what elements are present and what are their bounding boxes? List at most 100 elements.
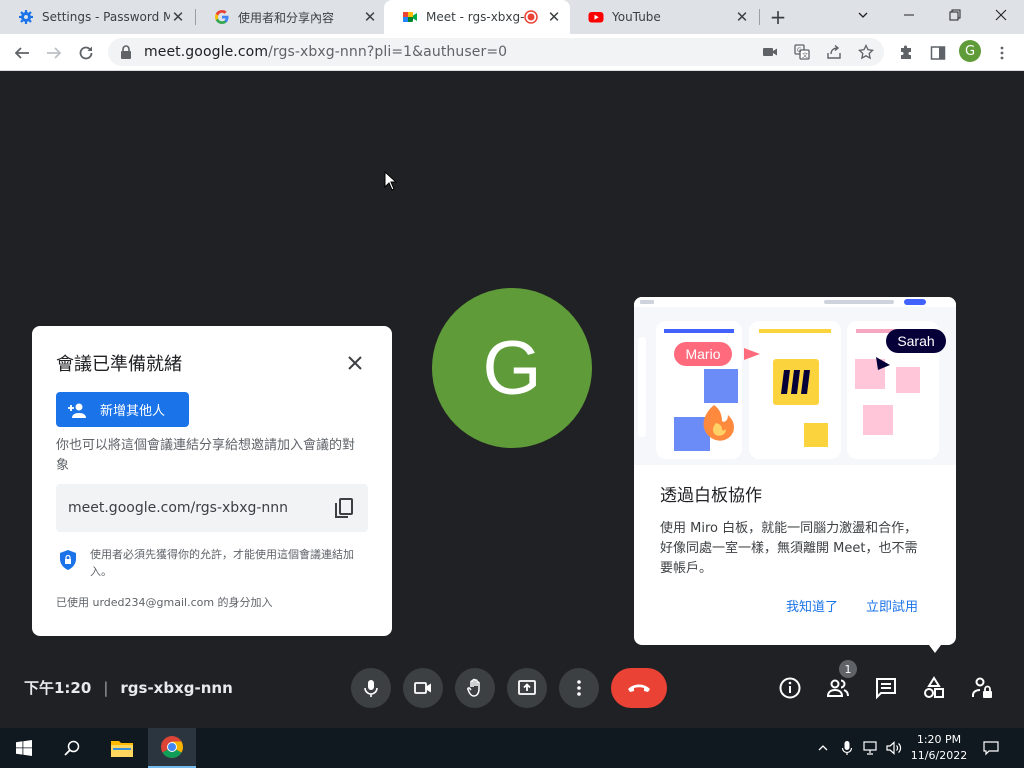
meeting-details-button[interactable] <box>778 676 802 700</box>
participant-count-badge: 1 <box>839 660 857 678</box>
present-screen-button[interactable] <box>507 668 547 708</box>
meeting-link-box: meet.google.com/rgs-xbxg-nnn <box>56 484 368 532</box>
tab-search-button[interactable] <box>840 0 886 30</box>
chevron-up-icon <box>818 745 828 751</box>
microphone-tray[interactable] <box>839 740 855 756</box>
present-screen-icon <box>518 680 536 695</box>
whiteboard-illustration: Mario Sarah <box>634 297 956 459</box>
folder-icon <box>111 741 133 757</box>
tab-users-sharing[interactable]: 使用者和分享內容 ✕ <box>196 0 386 34</box>
tab-close-icon[interactable]: ✕ <box>170 9 186 25</box>
leave-call-button[interactable] <box>611 668 667 708</box>
info-separator: | <box>103 678 109 697</box>
meeting-time: 下午1:20 <box>24 679 92 697</box>
people-icon <box>826 679 849 697</box>
more-options-button[interactable] <box>559 668 599 708</box>
chrome-menu-button[interactable] <box>988 39 1016 67</box>
tab-title: 使用者和分享內容 <box>238 10 335 25</box>
share-icon[interactable] <box>826 44 842 60</box>
tab-close-icon[interactable]: ✕ <box>362 9 378 25</box>
people-button[interactable] <box>826 676 850 700</box>
microphone-icon <box>841 741 853 755</box>
host-controls-button[interactable] <box>970 676 994 700</box>
svg-text:文: 文 <box>802 52 808 60</box>
raise-hand-button[interactable] <box>455 668 495 708</box>
url-host: meet.google.com <box>144 44 269 60</box>
back-button[interactable] <box>8 39 36 67</box>
volume-tray[interactable] <box>886 740 902 756</box>
side-panel-icon <box>930 46 946 60</box>
meet-stage: G 會議已準備就緒 新增其他人 你也可以將這個會議連結分享給想邀請加入會議的對象… <box>0 71 1024 728</box>
hand-icon <box>467 678 480 697</box>
meeting-info: 下午1:20 | rgs-xbxg-nnn <box>24 677 233 698</box>
search-button[interactable] <box>48 728 96 768</box>
activities-button[interactable] <box>922 676 946 700</box>
miro-illustration: Mario Sarah <box>634 297 956 465</box>
person-add-icon <box>68 403 86 418</box>
close-icon[interactable] <box>344 352 366 374</box>
video-camera-icon <box>414 682 431 694</box>
chrome-icon <box>161 736 183 758</box>
arrow-left-icon <box>14 47 29 59</box>
close-window-button[interactable] <box>978 0 1024 30</box>
try-now-button[interactable]: 立即試用 <box>866 596 918 615</box>
chat-button[interactable] <box>874 676 898 700</box>
microphone-button[interactable] <box>351 668 391 708</box>
file-explorer-button[interactable] <box>98 728 146 768</box>
forward-button[interactable] <box>40 39 68 67</box>
dismiss-button[interactable]: 我知道了 <box>786 596 838 615</box>
add-others-label: 新增其他人 <box>100 404 166 419</box>
chrome-taskbar-button[interactable] <box>148 728 196 768</box>
promo-title: 透過白板協作 <box>660 486 762 506</box>
tab-close-icon[interactable]: ✕ <box>546 9 562 25</box>
tab-close-icon[interactable]: ✕ <box>734 9 750 25</box>
chevron-down-icon <box>858 12 868 18</box>
info-icon <box>779 677 801 699</box>
meeting-ready-dialog: 會議已準備就緒 新增其他人 你也可以將這個會議連結分享給想邀請加入會議的對象 m… <box>32 326 392 636</box>
microphone-icon <box>364 680 378 697</box>
show-hidden-icons-button[interactable] <box>815 740 831 756</box>
profile-avatar[interactable]: G <box>959 40 981 62</box>
shield-icon <box>60 550 76 570</box>
copy-icon[interactable] <box>332 496 356 520</box>
meet-icon <box>403 12 417 22</box>
tab-youtube[interactable]: YouTube ✕ <box>570 0 758 34</box>
camera-button[interactable] <box>403 668 443 708</box>
tab-title: Meet - rgs-xbxg-n <box>426 10 524 24</box>
meeting-link-text: meet.google.com/rgs-xbxg-nnn <box>68 500 289 516</box>
meeting-code: rgs-xbxg-nnn <box>120 678 233 697</box>
camera-in-use-icon[interactable] <box>762 44 778 60</box>
address-bar[interactable]: meet.google.com/rgs-xbxg-nnn?pli=1&authu… <box>108 38 884 66</box>
more-vert-icon <box>577 680 581 696</box>
sarah-label: Sarah <box>897 333 934 349</box>
end-call-icon <box>628 684 650 692</box>
tab-meet[interactable]: Meet - rgs-xbxg-n ✕ <box>384 0 570 34</box>
dialog-title: 會議已準備就緒 <box>56 354 182 375</box>
translate-icon[interactable]: G文 <box>794 44 810 60</box>
lock-icon <box>121 45 131 59</box>
youtube-icon <box>588 12 604 23</box>
extensions-button[interactable] <box>892 39 920 67</box>
url-text: meet.google.com/rgs-xbxg-nnn?pli=1&authu… <box>144 44 507 60</box>
search-icon <box>64 740 80 756</box>
side-panel-button[interactable] <box>924 39 952 67</box>
system-clock[interactable]: 1:20 PM 11/6/2022 <box>906 732 972 764</box>
minimize-button[interactable] <box>886 0 932 30</box>
restore-button[interactable] <box>932 0 978 30</box>
mario-label: Mario <box>685 346 720 362</box>
mouse-cursor-icon <box>384 171 398 191</box>
add-others-button[interactable]: 新增其他人 <box>56 392 189 427</box>
network-tray[interactable] <box>863 740 879 756</box>
browser-toolbar: meet.google.com/rgs-xbxg-nnn?pli=1&authu… <box>0 34 1024 71</box>
action-center-button[interactable] <box>983 740 999 756</box>
share-description: 你也可以將這個會議連結分享給想邀請加入會議的對象 <box>56 438 356 473</box>
new-tab-button[interactable]: + <box>766 5 790 29</box>
star-icon[interactable] <box>858 44 874 60</box>
tab-settings[interactable]: Settings - Password Ma ✕ <box>0 0 194 34</box>
windows-logo-icon <box>16 740 32 756</box>
restore-icon <box>949 9 961 21</box>
tab-title: YouTube <box>612 10 661 24</box>
reload-button[interactable] <box>72 39 100 67</box>
participant-avatar: G <box>432 288 592 448</box>
start-button[interactable] <box>0 728 48 768</box>
